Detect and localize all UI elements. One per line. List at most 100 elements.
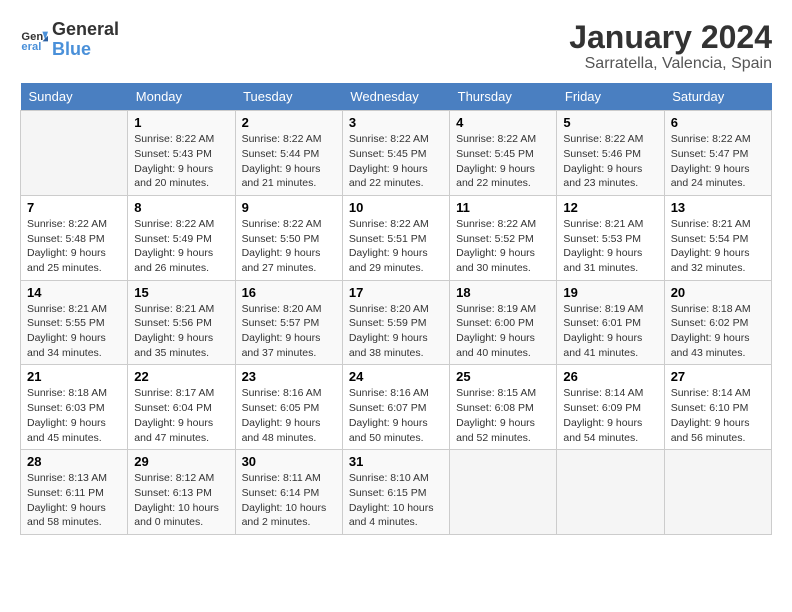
calendar-cell: 13 Sunrise: 8:21 AM Sunset: 5:54 PM Dayli… (664, 195, 771, 280)
calendar-cell: 10 Sunrise: 8:22 AM Sunset: 5:51 PM Dayli… (342, 195, 449, 280)
day-number: 1 (134, 115, 228, 130)
day-info: Sunrise: 8:22 AM Sunset: 5:45 PM Dayligh… (456, 132, 550, 191)
day-number: 20 (671, 285, 765, 300)
calendar-cell: 7 Sunrise: 8:22 AM Sunset: 5:48 PM Daylig… (21, 195, 128, 280)
day-info: Sunrise: 8:21 AM Sunset: 5:53 PM Dayligh… (563, 217, 657, 276)
calendar-cell: 3Sunrise: 8:22 AM Sunset: 5:45 PM Daylig… (342, 111, 449, 196)
calendar-body: 1 Sunrise: 8:22 AM Sunset: 5:43 PM Daylig… (21, 111, 772, 535)
day-number: 19 (563, 285, 657, 300)
calendar-cell (664, 450, 771, 535)
day-info: Sunrise: 8:22 AM Sunset: 5:50 PM Dayligh… (242, 217, 336, 276)
day-info: Sunrise: 8:14 AM Sunset: 6:10 PM Dayligh… (671, 386, 765, 445)
logo-text-line2: Blue (52, 40, 119, 60)
week-row-3: 14 Sunrise: 8:21 AM Sunset: 5:55 PM Dayli… (21, 280, 772, 365)
calendar-cell (450, 450, 557, 535)
week-row-1: 1 Sunrise: 8:22 AM Sunset: 5:43 PM Daylig… (21, 111, 772, 196)
day-number: 11 (456, 200, 550, 215)
logo-text-line1: General (52, 20, 119, 40)
calendar-cell: 6Sunrise: 8:22 AM Sunset: 5:47 PM Daylig… (664, 111, 771, 196)
day-info: Sunrise: 8:22 AM Sunset: 5:52 PM Dayligh… (456, 217, 550, 276)
calendar-cell: 14 Sunrise: 8:21 AM Sunset: 5:55 PM Dayli… (21, 280, 128, 365)
svg-text:eral: eral (21, 41, 41, 53)
day-info: Sunrise: 8:22 AM Sunset: 5:46 PM Dayligh… (563, 132, 657, 191)
day-number: 15 (134, 285, 228, 300)
day-info: Sunrise: 8:16 AM Sunset: 6:05 PM Dayligh… (242, 386, 336, 445)
day-info: Sunrise: 8:22 AM Sunset: 5:44 PM Dayligh… (242, 132, 336, 191)
day-info: Sunrise: 8:20 AM Sunset: 5:59 PM Dayligh… (349, 302, 443, 361)
day-number: 21 (27, 369, 121, 384)
week-row-5: 28 Sunrise: 8:13 AM Sunset: 6:11 PM Dayli… (21, 450, 772, 535)
day-number: 26 (563, 369, 657, 384)
day-info: Sunrise: 8:18 AM Sunset: 6:02 PM Dayligh… (671, 302, 765, 361)
calendar-cell: 23 Sunrise: 8:16 AM Sunset: 6:05 PM Dayli… (235, 365, 342, 450)
day-number: 10 (349, 200, 443, 215)
calendar-cell: 27 Sunrise: 8:14 AM Sunset: 6:10 PM Dayli… (664, 365, 771, 450)
calendar-cell: 2 Sunrise: 8:22 AM Sunset: 5:44 PM Daylig… (235, 111, 342, 196)
day-number: 3 (349, 115, 443, 130)
calendar-cell: 29Sunrise: 8:12 AM Sunset: 6:13 PM Dayli… (128, 450, 235, 535)
day-number: 7 (27, 200, 121, 215)
calendar-cell: 24 Sunrise: 8:16 AM Sunset: 6:07 PM Dayli… (342, 365, 449, 450)
calendar-cell: 19Sunrise: 8:19 AM Sunset: 6:01 PM Dayli… (557, 280, 664, 365)
calendar-cell: 31 Sunrise: 8:10 AM Sunset: 6:15 PM Dayli… (342, 450, 449, 535)
day-number: 13 (671, 200, 765, 215)
day-info: Sunrise: 8:14 AM Sunset: 6:09 PM Dayligh… (563, 386, 657, 445)
day-info: Sunrise: 8:21 AM Sunset: 5:55 PM Dayligh… (27, 302, 121, 361)
day-info: Sunrise: 8:19 AM Sunset: 6:00 PM Dayligh… (456, 302, 550, 361)
calendar-cell (21, 111, 128, 196)
day-info: Sunrise: 8:21 AM Sunset: 5:54 PM Dayligh… (671, 217, 765, 276)
calendar-header-row: SundayMondayTuesdayWednesdayThursdayFrid… (21, 83, 772, 111)
calendar-cell: 17 Sunrise: 8:20 AM Sunset: 5:59 PM Dayli… (342, 280, 449, 365)
day-number: 6 (671, 115, 765, 130)
calendar-cell: 20 Sunrise: 8:18 AM Sunset: 6:02 PM Dayli… (664, 280, 771, 365)
day-number: 22 (134, 369, 228, 384)
day-number: 9 (242, 200, 336, 215)
day-number: 2 (242, 115, 336, 130)
day-number: 30 (242, 454, 336, 469)
day-number: 17 (349, 285, 443, 300)
day-header-saturday: Saturday (664, 83, 771, 111)
calendar-cell: 21Sunrise: 8:18 AM Sunset: 6:03 PM Dayli… (21, 365, 128, 450)
day-header-wednesday: Wednesday (342, 83, 449, 111)
day-header-friday: Friday (557, 83, 664, 111)
day-info: Sunrise: 8:15 AM Sunset: 6:08 PM Dayligh… (456, 386, 550, 445)
title-section: January 2024 Sarratella, Valencia, Spain (569, 20, 772, 73)
day-number: 27 (671, 369, 765, 384)
calendar-cell: 30Sunrise: 8:11 AM Sunset: 6:14 PM Dayli… (235, 450, 342, 535)
day-info: Sunrise: 8:21 AM Sunset: 5:56 PM Dayligh… (134, 302, 228, 361)
day-info: Sunrise: 8:10 AM Sunset: 6:15 PM Dayligh… (349, 471, 443, 530)
calendar-cell (557, 450, 664, 535)
calendar-cell: 28 Sunrise: 8:13 AM Sunset: 6:11 PM Dayli… (21, 450, 128, 535)
calendar-cell: 15 Sunrise: 8:21 AM Sunset: 5:56 PM Dayli… (128, 280, 235, 365)
calendar-cell: 16Sunrise: 8:20 AM Sunset: 5:57 PM Dayli… (235, 280, 342, 365)
day-info: Sunrise: 8:22 AM Sunset: 5:51 PM Dayligh… (349, 217, 443, 276)
calendar-cell: 18 Sunrise: 8:19 AM Sunset: 6:00 PM Dayli… (450, 280, 557, 365)
day-number: 8 (134, 200, 228, 215)
week-row-2: 7 Sunrise: 8:22 AM Sunset: 5:48 PM Daylig… (21, 195, 772, 280)
day-number: 5 (563, 115, 657, 130)
day-info: Sunrise: 8:13 AM Sunset: 6:11 PM Dayligh… (27, 471, 121, 530)
day-info: Sunrise: 8:22 AM Sunset: 5:43 PM Dayligh… (134, 132, 228, 191)
day-number: 23 (242, 369, 336, 384)
calendar-cell: 25Sunrise: 8:15 AM Sunset: 6:08 PM Dayli… (450, 365, 557, 450)
calendar-cell: 12 Sunrise: 8:21 AM Sunset: 5:53 PM Dayli… (557, 195, 664, 280)
day-info: Sunrise: 8:17 AM Sunset: 6:04 PM Dayligh… (134, 386, 228, 445)
calendar-cell: 11 Sunrise: 8:22 AM Sunset: 5:52 PM Dayli… (450, 195, 557, 280)
day-number: 18 (456, 285, 550, 300)
day-number: 24 (349, 369, 443, 384)
day-info: Sunrise: 8:22 AM Sunset: 5:49 PM Dayligh… (134, 217, 228, 276)
calendar-cell: 5 Sunrise: 8:22 AM Sunset: 5:46 PM Daylig… (557, 111, 664, 196)
page-header: Gen eral General Blue January 2024 Sarra… (20, 20, 772, 73)
day-number: 31 (349, 454, 443, 469)
calendar-cell: 26 Sunrise: 8:14 AM Sunset: 6:09 PM Dayli… (557, 365, 664, 450)
calendar-cell: 8 Sunrise: 8:22 AM Sunset: 5:49 PM Daylig… (128, 195, 235, 280)
day-header-tuesday: Tuesday (235, 83, 342, 111)
day-number: 28 (27, 454, 121, 469)
day-info: Sunrise: 8:22 AM Sunset: 5:48 PM Dayligh… (27, 217, 121, 276)
day-info: Sunrise: 8:20 AM Sunset: 5:57 PM Dayligh… (242, 302, 336, 361)
day-header-sunday: Sunday (21, 83, 128, 111)
day-number: 12 (563, 200, 657, 215)
day-number: 14 (27, 285, 121, 300)
day-number: 4 (456, 115, 550, 130)
day-info: Sunrise: 8:16 AM Sunset: 6:07 PM Dayligh… (349, 386, 443, 445)
